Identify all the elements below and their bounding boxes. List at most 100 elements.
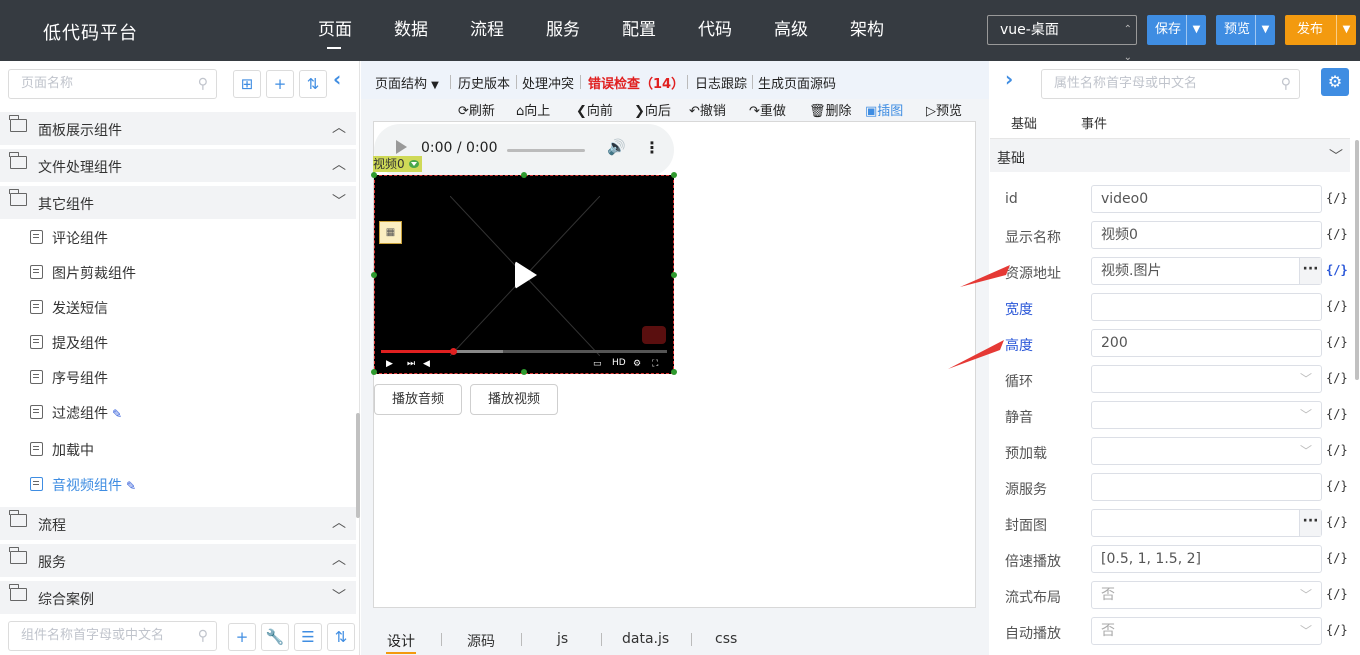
video-settings-icon[interactable]: ▦ [379, 221, 402, 244]
section-basic[interactable]: 基础 ﹀ [990, 138, 1350, 172]
error-check-link[interactable]: 错误检查（14） [588, 73, 684, 92]
prop-input[interactable]: 视频.图片 ··· [1091, 257, 1322, 285]
caret-down-icon[interactable] [408, 160, 419, 168]
binding-icon[interactable]: {/} [1326, 263, 1348, 277]
design-canvas[interactable]: 0:00 / 0:00 🔊 ⋮ 视频0 ▦ ▶ ⏭ ◀ ▭ HD ⚙ ⛶ 播放音… [371, 121, 976, 608]
tab-js[interactable]: js [557, 631, 568, 647]
binding-icon[interactable]: {/} [1326, 587, 1348, 601]
collapse-left-icon[interactable]: ‹ [333, 67, 341, 91]
undo-button[interactable]: ↶撤销 [689, 100, 726, 119]
prop-input[interactable]: video0 [1091, 185, 1322, 213]
caret-down-icon[interactable]: ▼ [1336, 15, 1356, 45]
tab-css[interactable]: css [715, 631, 737, 647]
play-video-button[interactable]: 播放视频 [470, 384, 558, 415]
redo-button[interactable]: ↷重做 [749, 100, 786, 119]
prop-select[interactable]: 否 ﹀ [1091, 581, 1322, 609]
delete-button[interactable]: 🗑删除 [809, 100, 852, 119]
nav-page[interactable]: 页面 [297, 0, 373, 61]
preview-button[interactable]: 预览 ▼ [1216, 15, 1275, 45]
binding-icon[interactable]: {/} [1326, 479, 1348, 493]
video-progress-bar[interactable] [381, 348, 667, 355]
resize-handle[interactable] [371, 369, 377, 375]
group-cases[interactable]: 综合案例 ﹀ [0, 581, 356, 614]
more-vertical-icon[interactable]: ⋮ [644, 138, 660, 157]
history-link[interactable]: 历史版本 [458, 73, 510, 92]
add-icon[interactable]: + [228, 623, 256, 651]
prop-select[interactable]: ﹀ [1091, 437, 1322, 465]
prop-select[interactable]: 否 ﹀ [1091, 617, 1322, 645]
more-horizontal-icon[interactable]: ··· [1299, 510, 1321, 536]
next-icon[interactable]: ⏭ [407, 359, 415, 369]
prop-input[interactable] [1091, 473, 1322, 501]
nav-code[interactable]: 代码 [677, 0, 753, 61]
group-file-processing[interactable]: 文件处理组件 ︿ [0, 149, 356, 182]
gen-source-link[interactable]: 生成页面源码 [758, 73, 836, 92]
resize-handle[interactable] [671, 369, 677, 375]
move-backward-button[interactable]: ❯向后 [634, 100, 671, 119]
tab-basic[interactable]: 基础 [1011, 113, 1037, 132]
hd-badge[interactable]: HD [612, 358, 626, 368]
caret-down-icon[interactable]: ▼ [1186, 15, 1206, 45]
play-icon[interactable]: ▶ [386, 359, 393, 369]
binding-icon[interactable]: {/} [1326, 191, 1348, 205]
prop-input[interactable]: [0.5, 1, 1.5, 2] [1091, 545, 1322, 573]
tab-events[interactable]: 事件 [1081, 113, 1107, 132]
refresh-button[interactable]: ⟳刷新 [458, 100, 495, 119]
play-icon[interactable] [396, 140, 407, 154]
page-search-input[interactable]: 页面名称 ⚲ [8, 69, 217, 99]
nav-advanced[interactable]: 高级 [753, 0, 829, 61]
binding-icon[interactable]: {/} [1326, 551, 1348, 565]
play-icon[interactable] [515, 261, 537, 289]
preview-action-button[interactable]: ▷预览 [926, 100, 962, 119]
nav-config[interactable]: 配置 [601, 0, 677, 61]
move-up-button[interactable]: ⌂向上 [516, 100, 550, 119]
prop-input[interactable] [1091, 293, 1322, 321]
video-player[interactable]: ▦ ▶ ⏭ ◀ ▭ HD ⚙ ⛶ [374, 175, 674, 374]
binding-icon[interactable]: {/} [1326, 299, 1348, 313]
save-button[interactable]: 保存 ▼ [1147, 15, 1206, 45]
group-other[interactable]: 其它组件 ﹀ [0, 186, 356, 219]
nav-service[interactable]: 服务 [525, 0, 601, 61]
prop-input[interactable]: 视频0 [1091, 221, 1322, 249]
video-progress-handle[interactable] [450, 348, 457, 355]
binding-icon[interactable]: {/} [1326, 371, 1348, 385]
tab-design[interactable]: 设计 [387, 631, 415, 651]
binding-icon[interactable]: {/} [1326, 407, 1348, 421]
resize-handle[interactable] [521, 172, 527, 178]
subtitles-icon[interactable]: ▭ [593, 359, 602, 369]
sort-icon[interactable]: ⇅ [299, 70, 327, 98]
right-scrollbar[interactable] [1355, 140, 1359, 380]
tab-data-js[interactable]: data.js [622, 631, 669, 647]
play-audio-button[interactable]: 播放音频 [374, 384, 462, 415]
component-search-input[interactable]: 组件名称首字母或中文名 ⚲ [8, 621, 217, 651]
page-structure-menu[interactable]: 页面结构 ▼ [375, 73, 439, 92]
conflict-link[interactable]: 处理冲突 [522, 73, 574, 92]
resize-handle[interactable] [371, 272, 377, 278]
left-scrollbar[interactable] [356, 413, 360, 518]
prop-select[interactable]: ﹀ [1091, 401, 1322, 429]
add-icon[interactable]: + [266, 70, 294, 98]
property-search-input[interactable]: 属性名称首字母或中文名 ⚲ [1041, 69, 1300, 99]
resize-handle[interactable] [671, 272, 677, 278]
resize-handle[interactable] [521, 369, 527, 375]
list-order-icon[interactable]: ☰ [294, 623, 322, 651]
move-forward-button[interactable]: ❮向前 [576, 100, 613, 119]
caret-down-icon[interactable]: ▼ [1255, 15, 1275, 45]
add-folder-icon[interactable]: ⊞ [233, 70, 261, 98]
pencil-icon[interactable]: ✎ [112, 407, 122, 421]
more-horizontal-icon[interactable]: ··· [1299, 258, 1321, 284]
expand-right-icon[interactable]: › [1005, 67, 1013, 91]
group-panel-display[interactable]: 面板展示组件 ︿ [0, 112, 356, 145]
gear-icon[interactable]: ⚙ [1321, 68, 1349, 96]
resize-handle[interactable] [671, 172, 677, 178]
env-select[interactable]: vue-桌面 ⌃ ⌄ [987, 15, 1137, 63]
insert-image-button[interactable]: ▣插图 [865, 100, 903, 119]
binding-icon[interactable]: {/} [1326, 227, 1348, 241]
binding-icon[interactable]: {/} [1326, 443, 1348, 457]
nav-data[interactable]: 数据 [373, 0, 449, 61]
nav-architecture[interactable]: 架构 [829, 0, 905, 61]
binding-icon[interactable]: {/} [1326, 515, 1348, 529]
sort-icon[interactable]: ⇅ [327, 623, 355, 651]
fullscreen-icon[interactable]: ⛶ [652, 359, 658, 369]
wrench-icon[interactable]: 🔧 [261, 623, 289, 651]
